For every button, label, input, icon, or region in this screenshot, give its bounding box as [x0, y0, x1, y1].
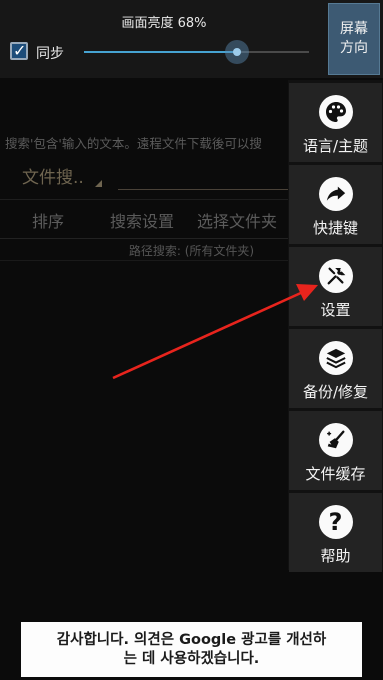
search-input[interactable]	[118, 189, 288, 190]
search-settings-button[interactable]: 搜索设置	[110, 208, 174, 232]
search-hint-text: 搜索'包含'输入的文本。遠程文件下载後可以搜	[5, 136, 262, 151]
rotate-label-line2: 方向	[340, 40, 368, 56]
divider	[0, 260, 290, 261]
sort-button[interactable]: 排序	[32, 208, 64, 232]
dropdown-corner-icon	[95, 180, 102, 187]
menu-label: 快捷键	[312, 219, 358, 237]
question-icon: ?	[318, 505, 353, 539]
checkmark-icon: ✓	[13, 41, 27, 60]
select-folder-button[interactable]: 选择文件夹	[197, 208, 277, 232]
menu-item-language-theme[interactable]: 语言/主题	[289, 83, 382, 162]
menu-item-backup-restore[interactable]: 备份/修复	[289, 329, 382, 408]
menu-item-shortcuts[interactable]: 快捷键	[289, 165, 382, 244]
menu-item-file-cache[interactable]: 文件缓存	[289, 411, 382, 490]
menu-label: 设置	[320, 301, 351, 319]
palette-icon	[318, 95, 353, 129]
rotate-label-line1: 屏幕	[340, 21, 368, 37]
broom-icon	[318, 423, 353, 457]
ad-text-line1: 감사합니다. 의견은 Google 광고를 개선하	[56, 631, 327, 648]
ad-text-line2: 는 데 사용하겠습니다.	[123, 650, 260, 667]
wrench-screwdriver-icon	[318, 259, 353, 293]
side-menu: 语言/主题 快捷键 设置 备份/修复 文件缓存 ? 帮助	[288, 80, 383, 572]
slider-thumb-dot	[233, 48, 241, 56]
brightness-slider-fill	[84, 51, 237, 53]
menu-item-help[interactable]: ? 帮助	[289, 493, 382, 572]
divider	[0, 238, 290, 239]
brightness-title: 画面亮度 68%	[121, 16, 207, 31]
brightness-slider-thumb[interactable]	[225, 40, 249, 64]
brightness-slider[interactable]	[84, 40, 309, 64]
toolbar-divider	[0, 199, 290, 200]
menu-label: 帮助	[320, 547, 351, 565]
menu-label: 文件缓存	[305, 465, 366, 483]
sync-label: 同步	[36, 46, 64, 62]
sync-checkbox[interactable]: ✓	[10, 41, 28, 60]
menu-item-settings[interactable]: 设置	[289, 247, 382, 326]
screen-orientation-button[interactable]: 屏幕 方向	[328, 3, 380, 75]
file-search-dropdown[interactable]: 文件搜..	[22, 163, 84, 188]
menu-label: 语言/主题	[302, 137, 369, 155]
ad-banner[interactable]: 감사합니다. 의견은 Google 광고를 개선하 는 데 사용하겠습니다.	[21, 622, 362, 677]
layers-icon	[318, 341, 353, 375]
share-arrow-icon	[318, 177, 353, 211]
menu-label: 备份/修复	[302, 383, 369, 401]
